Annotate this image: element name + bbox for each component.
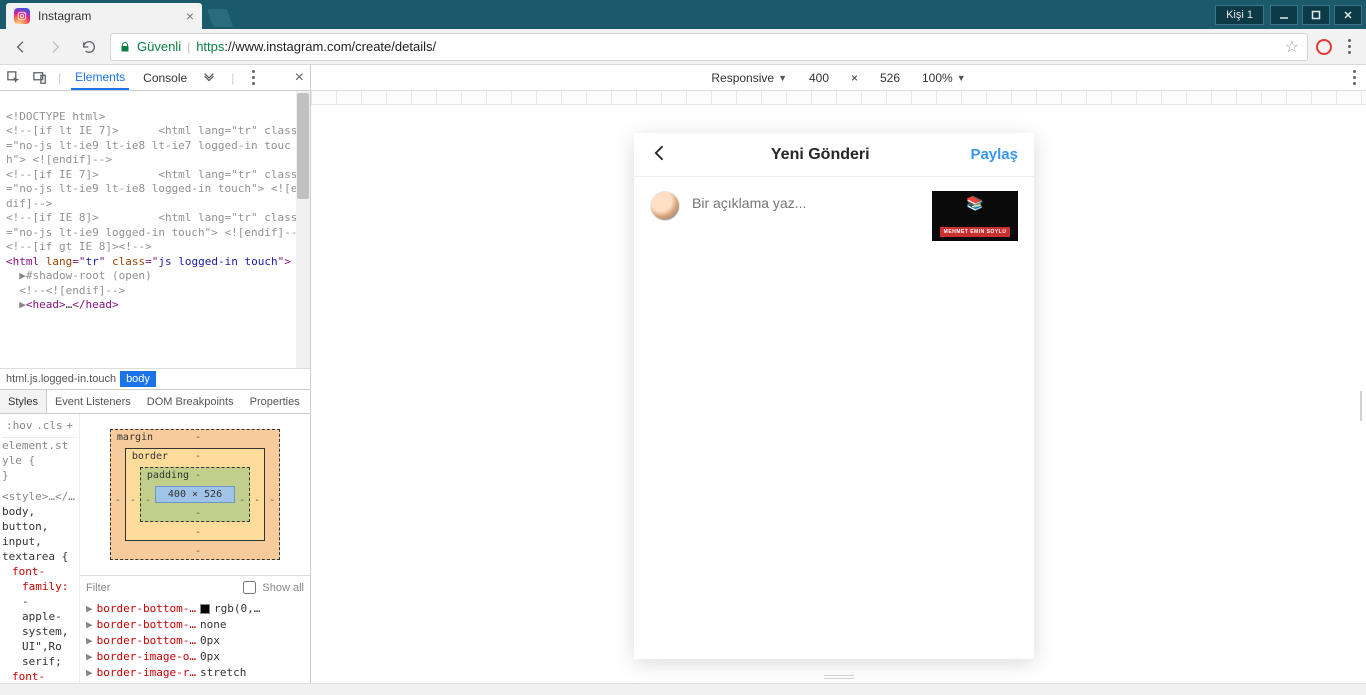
reload-button[interactable] — [76, 34, 102, 60]
show-all-label: Show all — [262, 582, 304, 594]
ig-header: Yeni Gönderi Paylaş — [634, 133, 1034, 177]
breadcrumb: html.js.logged-in.touch body — [0, 368, 310, 390]
back-icon[interactable] — [650, 143, 670, 166]
subtab-dom-breakpoints[interactable]: DOM Breakpoints — [139, 390, 242, 413]
width-input[interactable] — [797, 69, 841, 87]
computed-row[interactable]: ▶border-image-r… stretch — [86, 665, 304, 681]
device-dropdown[interactable]: Responsive▼ — [711, 71, 787, 85]
scrollbar[interactable] — [296, 91, 310, 368]
breadcrumb-item[interactable]: html.js.logged-in.touch — [6, 373, 116, 385]
tab-title: Instagram — [38, 9, 178, 23]
browser-tabstrip: Instagram × — [0, 0, 230, 29]
box-model-content: 400 × 526 — [155, 486, 235, 503]
devtools-panel: | Elements Console | × <!DOCTYPE html> <… — [0, 65, 311, 683]
computed-row[interactable]: ▶border-bottom-… 0px — [86, 633, 304, 649]
browser-menu-icon[interactable] — [1340, 39, 1358, 54]
devtools-subtabs: Styles Event Listeners DOM Breakpoints P… — [0, 390, 310, 414]
computed-filter-row: Filter Show all — [80, 575, 310, 599]
show-all-checkbox[interactable] — [243, 581, 256, 594]
maximize-button[interactable] — [1302, 5, 1330, 25]
profile-button[interactable]: Kişi 1 — [1215, 5, 1264, 25]
resize-handle-bottom[interactable] — [824, 675, 854, 679]
device-toggle-icon[interactable] — [32, 70, 48, 86]
height-input[interactable] — [868, 69, 912, 87]
resize-handle-right[interactable] — [1360, 391, 1366, 421]
thumbnail-text: MEHMET EMIN SOYLU — [940, 227, 1010, 237]
add-rule-icon[interactable]: + — [66, 418, 73, 433]
thumbnail-graphic: 📚 — [966, 195, 983, 212]
zoom-dropdown[interactable]: 100%▼ — [922, 71, 966, 85]
computed-properties[interactable]: ▶border-bottom-… rgb(0,…▶border-bottom-…… — [80, 599, 310, 683]
devtools-close-icon[interactable]: × — [295, 69, 304, 87]
address-bar[interactable]: Güvenli | https://www.instagram.com/crea… — [110, 33, 1308, 61]
extension-icon[interactable] — [1316, 39, 1332, 55]
instagram-mobile-frame: Yeni Gönderi Paylaş 📚 MEHMET EMIN SOYLU — [634, 133, 1034, 659]
tab-close-icon[interactable]: × — [186, 8, 194, 24]
dom-tree[interactable]: <!DOCTYPE html> <!--[if lt IE 7]> <html … — [0, 91, 310, 368]
bookmark-star-icon[interactable]: ☆ — [1285, 37, 1299, 57]
computed-row[interactable]: ▶border-bottom-… none — [86, 617, 304, 633]
share-button[interactable]: Paylaş — [970, 146, 1018, 163]
subtab-styles[interactable]: Styles — [0, 390, 47, 413]
viewport-menu-icon[interactable] — [1353, 70, 1356, 85]
caption-input[interactable] — [692, 191, 920, 211]
devtools-tabs: | Elements Console | × — [0, 65, 310, 91]
back-button[interactable] — [8, 34, 34, 60]
browser-tab[interactable]: Instagram × — [6, 3, 202, 29]
box-model: margin - - - - border - - - - — [80, 414, 310, 575]
filter-input[interactable]: Filter — [86, 582, 110, 594]
tab-elements[interactable]: Elements — [71, 65, 129, 90]
new-tab-button[interactable] — [207, 9, 234, 27]
hov-toggle[interactable]: :hov — [6, 418, 33, 433]
inspect-icon[interactable] — [6, 70, 22, 86]
browser-toolbar: Güvenli | https://www.instagram.com/crea… — [0, 29, 1366, 65]
page-title: Yeni Gönderi — [771, 146, 870, 164]
minimize-button[interactable] — [1270, 5, 1298, 25]
device-canvas: Yeni Gönderi Paylaş 📚 MEHMET EMIN SOYLU — [311, 105, 1366, 683]
subtab-properties[interactable]: Properties — [242, 390, 308, 413]
responsive-viewport: Responsive▼ × 100%▼ Yeni Gönderi Paylaş — [311, 65, 1366, 683]
window-titlebar: Instagram × Kişi 1 — [0, 0, 1366, 29]
status-bar — [0, 683, 1366, 695]
computed-row[interactable]: ▶border-image-o… 0px — [86, 649, 304, 665]
window-controls: Kişi 1 — [1215, 0, 1366, 29]
close-button[interactable] — [1334, 5, 1362, 25]
tab-console[interactable]: Console — [139, 65, 191, 90]
lock-icon — [119, 41, 131, 53]
url-text: https://www.instagram.com/create/details… — [196, 39, 436, 54]
subtab-event-listeners[interactable]: Event Listeners — [47, 390, 139, 413]
breadcrumb-item-selected[interactable]: body — [120, 371, 156, 387]
secure-label: Güvenli — [137, 39, 181, 54]
computed-row[interactable]: ▶border-bottom-… rgb(0,… — [86, 601, 304, 617]
more-tabs-icon[interactable] — [201, 70, 217, 86]
separator: | — [187, 40, 190, 54]
devtools-menu-icon[interactable] — [244, 70, 262, 85]
viewport-toolbar: Responsive▼ × 100%▼ — [311, 65, 1366, 91]
forward-button[interactable] — [42, 34, 68, 60]
avatar — [650, 191, 680, 221]
ruler — [311, 91, 1366, 105]
instagram-icon — [14, 8, 30, 24]
dimension-separator: × — [851, 71, 858, 85]
ig-compose-row: 📚 MEHMET EMIN SOYLU — [634, 177, 1034, 255]
styles-source-pane[interactable]: :hov .cls + element.st yle { } <style>…<… — [0, 414, 80, 683]
cls-toggle[interactable]: .cls — [36, 418, 63, 433]
post-thumbnail[interactable]: 📚 MEHMET EMIN SOYLU — [932, 191, 1018, 241]
